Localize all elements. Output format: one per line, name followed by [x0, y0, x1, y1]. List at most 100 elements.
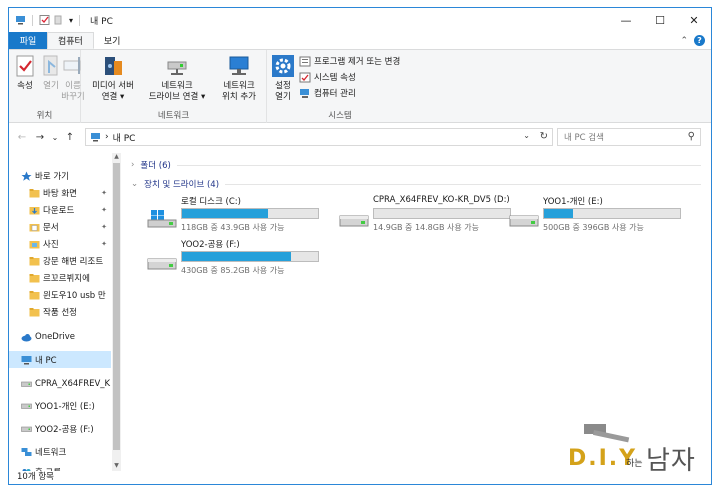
pin-icon[interactable]: ✦	[101, 206, 107, 214]
picture-icon	[29, 240, 40, 248]
qa-separator	[32, 14, 33, 26]
sidebar-item[interactable]: OneDrive	[9, 328, 111, 345]
sidebar-item-label: 네트워크	[35, 447, 67, 458]
address-dropdown-icon[interactable]: ⌄	[523, 131, 530, 140]
add-network-location-button[interactable]: 네트워크 위치 추가	[215, 53, 263, 103]
system-properties-button[interactable]: 시스템 속성	[299, 70, 356, 84]
computer-management-button[interactable]: 컴퓨터 관리	[299, 86, 356, 100]
scroll-thumb[interactable]	[113, 163, 120, 450]
close-button[interactable]: ✕	[677, 8, 711, 32]
settings-label-line1: 설정	[275, 81, 291, 91]
collapse-ribbon-icon[interactable]: ⌃	[680, 36, 688, 46]
breadcrumb-separator[interactable]: ›	[105, 132, 109, 142]
sidebar-item[interactable]: 바로 가기	[9, 167, 111, 184]
open-button[interactable]: 열기	[39, 53, 63, 92]
section-divider	[225, 183, 701, 185]
chevron-right-icon[interactable]: ›	[131, 160, 134, 170]
drive-size: 430GB 중 85.2GB 사용 가능	[181, 266, 285, 275]
ribbon-group-label: 네트워크	[157, 111, 190, 121]
uninstall-label: 프로그램 제거 또는 변경	[314, 57, 401, 67]
media-server-label-line1: 미디어 서버	[92, 81, 134, 91]
uninstall-program-button[interactable]: 프로그램 제거 또는 변경	[299, 54, 400, 68]
drive-tile[interactable]: YOO1-개인 (E:) 500GB 중 396GB 사용 가능	[509, 195, 699, 239]
open-label: 열기	[43, 81, 59, 91]
search-placeholder: 내 PC 검색	[564, 133, 604, 143]
sidebar-item[interactable]: CPRA_X64FREV_K	[9, 375, 111, 392]
add-location-label-line1: 네트워크	[223, 81, 255, 91]
folders-section-header[interactable]: › 폴더 (6)	[131, 159, 701, 171]
sidebar-item[interactable]: YOO1-개인 (E:)	[9, 397, 111, 414]
drive-tile[interactable]: YOO2-공용 (F:) 430GB 중 85.2GB 사용 가능	[147, 238, 337, 282]
sidebar-item-label: 윈도우10 usb 만	[43, 290, 106, 301]
back-button[interactable]: ←	[13, 132, 31, 143]
ribbon-group-network: 미디어 서버 연결 ▾ 네트워크 드라이브 연결 ▾ 네트워크 위치 추가 네트…	[81, 50, 267, 123]
pin-icon[interactable]: ✦	[101, 223, 107, 231]
qa-dropdown-button[interactable]: ▾	[69, 16, 73, 25]
chevron-down-icon[interactable]: ⌄	[131, 179, 138, 189]
check-list-icon	[299, 72, 311, 82]
ribbon-group-system: 설정 열기 프로그램 제거 또는 변경 시스템 속성 컴퓨터 관리 시스템	[267, 50, 413, 123]
open-settings-button[interactable]: 설정 열기	[271, 53, 295, 103]
devices-section-header[interactable]: ⌄ 장치 및 드라이브 (4)	[131, 178, 701, 190]
up-button[interactable]: ↑	[61, 132, 79, 143]
sidebar-item[interactable]: 르꼬르뷔지에	[9, 269, 111, 286]
sidebar-item[interactable]: 내 PC	[9, 351, 111, 368]
ribbon: 속성 열기 이름 바꾸기 위치 미디어 서버 연결 ▾ 네트워크 드라이브 연결…	[9, 49, 711, 123]
sidebar-item[interactable]: 바탕 화면 ✦	[9, 184, 111, 201]
search-input[interactable]: 내 PC 검색 ⚲	[557, 128, 701, 146]
drive-tile[interactable]: 로컬 디스크 (C:) 118GB 중 43.9GB 사용 가능	[147, 195, 337, 239]
pin-icon[interactable]: ✦	[101, 240, 107, 248]
media-server-icon	[105, 57, 122, 75]
map-network-drive-button[interactable]: 네트워크 드라이브 연결 ▾	[143, 53, 211, 103]
nav-scrollbar[interactable]: ▲ ▼	[112, 153, 121, 471]
address-bar[interactable]: › 내 PC ⌄ ↻	[85, 128, 553, 146]
maximize-button[interactable]: ☐	[643, 8, 677, 32]
properties-button[interactable]: 속성	[13, 53, 37, 92]
download-icon	[29, 206, 40, 214]
recent-locations-button[interactable]: ⌄	[49, 133, 61, 142]
pin-icon[interactable]: ✦	[101, 189, 107, 197]
sidebar-item[interactable]: 작품 선정	[9, 303, 111, 320]
document-icon	[29, 223, 40, 231]
sidebar-item-label: 다운로드	[43, 205, 75, 216]
drive-name: CPRA_X64FREV_KO-KR_DV5 (D:)	[373, 195, 510, 205]
sidebar-item-label: 문서	[43, 222, 59, 233]
folder-icon	[29, 188, 40, 197]
tab-computer[interactable]: 컴퓨터	[47, 32, 94, 49]
properties-check-icon[interactable]	[39, 15, 50, 25]
tab-view[interactable]: 보기	[94, 32, 131, 49]
media-server-button[interactable]: 미디어 서버 연결 ▾	[87, 53, 139, 103]
new-folder-icon[interactable]	[54, 15, 65, 25]
forward-button[interactable]: →	[31, 132, 49, 143]
devices-header-label: 장치 및 드라이브 (4)	[144, 180, 220, 190]
computer-management-label: 컴퓨터 관리	[314, 89, 356, 99]
drive-usage-bar	[373, 208, 511, 219]
help-icon[interactable]: ?	[694, 35, 705, 46]
sidebar-item[interactable]: 강문 해변 리조트	[9, 252, 111, 269]
minimize-button[interactable]: —	[609, 8, 643, 32]
tab-file[interactable]: 파일	[9, 32, 47, 49]
drive-icon	[21, 381, 32, 387]
scroll-down-icon[interactable]: ▼	[112, 462, 121, 471]
windows-drive-icon	[147, 210, 177, 228]
qa-separator	[79, 14, 81, 26]
refresh-icon[interactable]: ↻	[540, 131, 548, 142]
drive-size: 14.9GB 중 14.8GB 사용 가능	[373, 223, 479, 232]
sidebar-item[interactable]: 윈도우10 usb 만	[9, 286, 111, 303]
breadcrumb-pc[interactable]: 내 PC	[113, 131, 136, 144]
sidebar-item[interactable]: 다운로드 ✦	[9, 201, 111, 218]
watermark-mid: 하는	[626, 459, 643, 469]
diy-watermark: D.I.Y 하는 남자	[566, 420, 706, 480]
drive-size: 500GB 중 396GB 사용 가능	[543, 223, 644, 232]
scroll-up-icon[interactable]: ▲	[112, 153, 121, 162]
navigation-bar: ← → ⌄ ↑ › 내 PC ⌄ ↻ 내 PC 검색 ⚲	[9, 125, 711, 149]
drive-tile[interactable]: CPRA_X64FREV_KO-KR_DV5 (D:) 14.9GB 중 14.8…	[339, 195, 529, 239]
computer-management-icon	[300, 88, 309, 98]
sidebar-item-label: 작품 선정	[43, 307, 77, 318]
sidebar-item[interactable]: 네트워크	[9, 443, 111, 460]
search-icon[interactable]: ⚲	[688, 131, 695, 142]
sidebar-item[interactable]: 사진 ✦	[9, 235, 111, 252]
pc-icon	[91, 133, 100, 142]
sidebar-item[interactable]: YOO2-공용 (F:)	[9, 420, 111, 437]
sidebar-item[interactable]: 문서 ✦	[9, 218, 111, 235]
